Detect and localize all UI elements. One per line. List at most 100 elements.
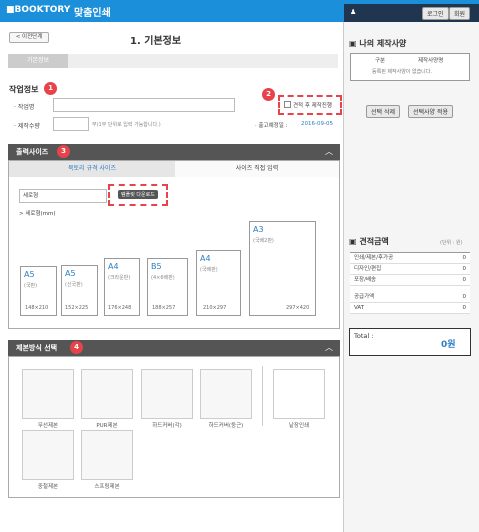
binding-label: 낱장인쇄 <box>288 423 310 429</box>
badge-4: 4 <box>70 341 83 354</box>
join-button[interactable]: 회원 <box>449 7 471 20</box>
paper-dim: 188×257 <box>152 305 176 311</box>
paper-a4-crown[interactable]: A4 (크라운판) 176×248 <box>104 258 140 316</box>
back-button[interactable]: < 이전단계 <box>9 32 49 43</box>
output-size-title: 출력사이즈 <box>16 148 49 156</box>
binding-hard-round[interactable]: 하드커버(둥근) <box>197 369 255 429</box>
my-spec-table <box>350 53 470 81</box>
row-label: VAT <box>354 305 365 311</box>
paper-a4-kukbae[interactable]: A4 (국배판) 210×297 <box>196 250 241 316</box>
estimate-row: VAT 0 <box>350 303 470 314</box>
qty-unit: 부(1부 단위로 입력 가능합니다.) <box>92 122 161 128</box>
binding-header[interactable]: 제본방식 선택 <box>8 340 340 356</box>
paper-dim: 210×297 <box>203 305 227 311</box>
paper-sub: (국판) <box>24 283 38 289</box>
paper-sub: (국배2판) <box>253 238 274 244</box>
binding-spring[interactable]: 스프링제본 <box>78 430 136 490</box>
binding-saddle[interactable]: 중철제본 <box>19 430 77 490</box>
collapse-icon[interactable]: ︿ <box>325 146 333 157</box>
book-icon <box>22 369 74 419</box>
binding-title: 제본방식 선택 <box>16 344 58 352</box>
col-type: 구분 <box>375 58 386 64</box>
binding-label: 중철제본 <box>37 484 59 490</box>
tab-custom-size[interactable]: 사이즈 직접 입력 <box>175 161 339 177</box>
book-icon <box>81 369 133 419</box>
paper-sub: (국배판) <box>200 267 218 273</box>
qty-label: · 제작수량 <box>14 123 40 130</box>
estimate-row: 인쇄/제본/후가공 0 <box>350 253 470 264</box>
template-download-button[interactable]: 템플릿 다운로드 <box>118 190 158 199</box>
paper-a3[interactable]: A3 (국배2판) 297×420 <box>249 221 316 316</box>
brand-title: 맞춤인쇄 <box>74 8 111 19</box>
paper-sub: (4×6배판) <box>151 275 175 281</box>
orientation-select[interactable]: 세로형 <box>19 189 107 203</box>
badge-2: 2 <box>262 88 275 101</box>
paper-name: B5 <box>151 262 162 271</box>
binding-sheet[interactable]: 낱장인쇄 <box>270 369 328 429</box>
binding-label: 하드커버(각) <box>152 423 182 429</box>
binding-label: 하드커버(둥근) <box>208 423 244 429</box>
my-spec-title-text: 나의 제작사양 <box>359 39 407 48</box>
work-name-input[interactable] <box>53 98 235 112</box>
row-value: 0 <box>462 266 467 272</box>
badge-1: 1 <box>44 82 57 95</box>
row-value: 0 <box>462 277 467 283</box>
badge-3: 3 <box>57 145 70 158</box>
estimate-row: 포장/배송 0 <box>350 275 470 286</box>
row-label: 인쇄/제본/후가공 <box>354 255 394 261</box>
work-name-label: · 작업명 <box>14 104 35 111</box>
binding-perfect[interactable]: 무선제본 <box>19 369 77 429</box>
login-button[interactable]: 로그인 <box>422 7 449 20</box>
total-label: Total : <box>354 332 374 340</box>
collapse-icon-2[interactable]: ︿ <box>325 342 333 353</box>
delete-selected-button[interactable]: 선택 삭제 <box>366 105 400 118</box>
row-label: 디자인/편집 <box>354 266 382 272</box>
release-label: · 출고예정일 : <box>255 123 288 129</box>
paper-name: A4 <box>108 262 119 271</box>
square-icon: ▣ <box>349 39 360 48</box>
square-icon: ▣ <box>349 237 360 246</box>
row-label: 포장/배송 <box>354 277 377 283</box>
paper-dim: 176×248 <box>108 305 132 311</box>
estimate-title-text: 견적금액 <box>359 237 389 246</box>
estimate-checkbox-label: 견적 후 제작진행 <box>293 103 332 109</box>
tab-standard-size[interactable]: 북토리 규격 사이즈 <box>9 161 175 177</box>
sheets-icon <box>273 369 325 419</box>
brand-logo[interactable]: ■BOOKTORY <box>6 5 70 15</box>
binding-label: 스프링제본 <box>94 484 120 490</box>
estimate-checkbox[interactable] <box>284 101 291 108</box>
estimate-title: ▣ 견적금액 <box>349 236 389 247</box>
row-value: 0 <box>462 255 467 261</box>
page-title: 1. 기본정보 <box>130 36 182 47</box>
estimate-row: 공급가액 0 <box>350 292 470 303</box>
binding-hard-square[interactable]: 하드커버(각) <box>138 369 196 429</box>
paper-sub: (신국판) <box>65 282 83 288</box>
row-value: 0 <box>462 294 467 300</box>
binding-pur[interactable]: PUR제본 <box>78 369 136 429</box>
paper-a5-kuk[interactable]: A5 (국판) 148×210 <box>20 266 57 316</box>
paper-name: A3 <box>253 225 264 234</box>
paper-b5[interactable]: B5 (4×6배판) 188×257 <box>147 258 188 316</box>
estimate-table: 인쇄/제본/후가공 0 디자인/편집 0 포장/배송 0 공급가액 0 VAT 0 <box>350 252 470 314</box>
binding-label: 무선제본 <box>37 423 59 429</box>
book-icon <box>22 430 74 480</box>
estimate-unit: (단위 : 원) <box>440 240 463 246</box>
binding-label: PUR제본 <box>96 423 118 429</box>
book-icon <box>81 430 133 480</box>
paper-a5-shin[interactable]: A5 (신국판) 152×225 <box>61 265 98 316</box>
paper-name: A5 <box>24 270 35 279</box>
release-date: 2016-09-05 <box>301 121 333 127</box>
paper-name: A4 <box>200 254 211 263</box>
apply-spec-button[interactable]: 선택사양 적용 <box>408 105 454 118</box>
paper-dim: 152×225 <box>65 305 89 311</box>
qty-input[interactable] <box>53 117 89 131</box>
estimate-row: 디자인/편집 0 <box>350 264 470 275</box>
book-icon <box>141 369 193 419</box>
orientation-label: > 세로형(mm) <box>19 211 56 217</box>
col-spec-name: 제작사양명 <box>418 58 444 64</box>
step-tab[interactable]: 기본정보 <box>8 54 68 68</box>
paper-dim: 148×210 <box>25 305 49 311</box>
user-icon[interactable]: ♟ <box>350 8 356 16</box>
divider <box>262 366 263 426</box>
row-value: 0 <box>462 305 467 311</box>
